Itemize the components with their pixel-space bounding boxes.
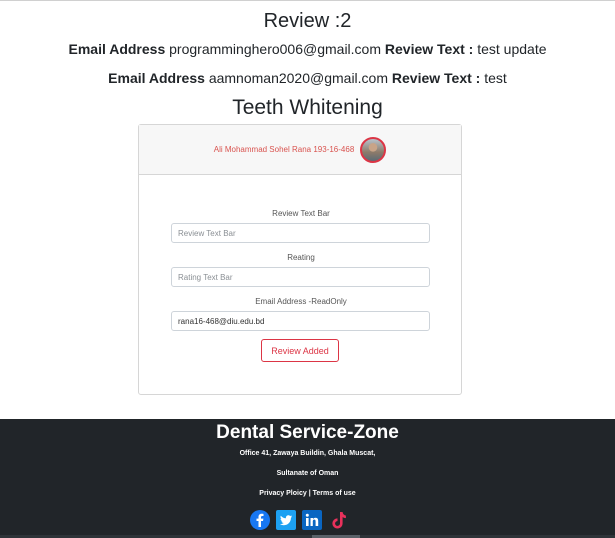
review-count-heading: Review :2 bbox=[263, 10, 352, 32]
review-text-input[interactable] bbox=[171, 223, 430, 243]
footer-links: Privacy Ploicy | Terms of use bbox=[0, 490, 615, 497]
footer-address-line: Sultanate of Oman bbox=[276, 470, 339, 477]
twitter-icon[interactable] bbox=[276, 510, 296, 530]
avatar bbox=[360, 136, 387, 163]
card-header: Ali Mohammad Sohel Rana 193-16-468 bbox=[139, 125, 461, 175]
privacy-policy-link[interactable]: Privacy Ploicy bbox=[259, 490, 306, 497]
linkedin-icon[interactable] bbox=[302, 510, 322, 530]
footer: Dental Service-Zone Office 41, Zawaya Bu… bbox=[0, 419, 615, 538]
facebook-icon[interactable] bbox=[250, 510, 270, 530]
rating-input[interactable] bbox=[171, 267, 430, 287]
terms-of-use-link[interactable]: Terms of use bbox=[313, 490, 356, 497]
rating-field-label: Reating bbox=[287, 253, 315, 262]
review-email-label: Email Address bbox=[68, 41, 166, 57]
email-field-label: Email Address -ReadOnly bbox=[255, 297, 347, 306]
social-links bbox=[250, 510, 348, 530]
review-form-card: Ali Mohammad Sohel Rana 193-16-468 Revie… bbox=[138, 124, 462, 395]
footer-separator: | bbox=[308, 490, 311, 497]
review-text-label: Review Text : bbox=[391, 70, 481, 86]
review-item: Email Address programminghero006@gmail.c… bbox=[0, 41, 615, 57]
review-text-field-label: Review Text Bar bbox=[272, 209, 330, 218]
review-text: test bbox=[484, 70, 507, 86]
review-item: Email Address aamnoman2020@gmail.com Rev… bbox=[0, 70, 615, 86]
review-email-label: Email Address bbox=[108, 70, 205, 86]
footer-title: Dental Service-Zone bbox=[216, 422, 399, 443]
review-email: aamnoman2020@gmail.com bbox=[208, 70, 389, 86]
top-divider bbox=[0, 0, 615, 1]
service-title: Teeth Whitening bbox=[232, 96, 383, 119]
review-added-button[interactable]: Review Added bbox=[261, 339, 339, 362]
review-email: programminghero006@gmail.com bbox=[169, 41, 381, 57]
email-readonly-field[interactable] bbox=[171, 311, 430, 331]
user-name: Ali Mohammad Sohel Rana 193-16-468 bbox=[213, 145, 355, 154]
footer-address-line: Office 41, Zawaya Buildin, Ghala Muscat, bbox=[239, 450, 376, 457]
review-text: test update bbox=[477, 41, 547, 57]
review-text-label: Review Text : bbox=[384, 41, 474, 57]
tiktok-icon[interactable] bbox=[328, 510, 348, 530]
